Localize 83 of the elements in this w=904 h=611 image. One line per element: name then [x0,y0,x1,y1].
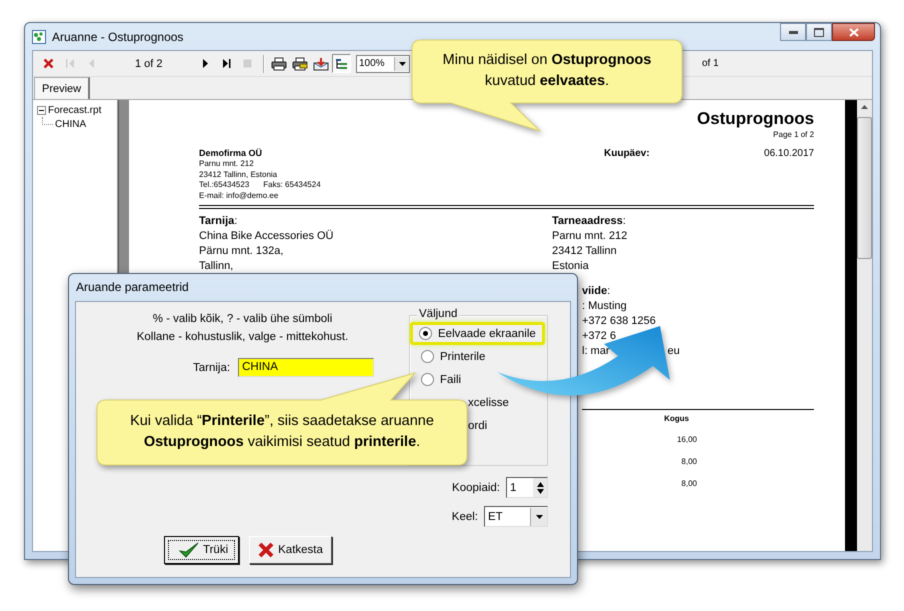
tree-item[interactable]: Forecast.rpt [48,104,102,116]
contact-line: eu [668,344,680,359]
callout-text: Minu näidisel on Ostuprognoos kuvatud eelvaates. [442,51,652,91]
last-page-icon [222,58,232,69]
date-label: Kuupäev: [604,148,651,161]
group-label: Väljund [417,308,460,320]
scrollbar[interactable] [857,100,872,551]
callout-text: Kui valida “Printerile”, siis saadetakse aruanne Ostuprognoos vaikimisi seatud printerile. [129,412,435,452]
checkmark-icon [179,542,199,558]
tree-icon [334,58,348,70]
dropdown-arrow-icon [398,62,406,66]
zoom-dropdown[interactable]: 100% [356,54,410,72]
copies-spinner[interactable]: 1 [506,477,548,498]
supplier-field[interactable]: CHINA [238,358,374,377]
app-icon [32,30,46,44]
dialog-title: Aruande parameetrid [75,279,190,296]
supplier-label: Tarnija: [199,214,238,229]
phone-text: Tel.:65434523 [199,180,250,190]
report-title: Ostuprognoos [696,109,814,129]
maximize-icon [814,28,824,36]
date-value: 06.10.2017 [764,148,814,161]
cancel-button[interactable]: Katkesta [249,536,332,564]
contact-line: +372 638 1256 [582,314,656,329]
supplier-address-line: Pärnu mnt. 132a, [199,244,284,259]
radio-option[interactable]: Printerile [412,345,494,368]
previous-icon [86,58,94,69]
close-icon [43,58,54,69]
table-cell: 8,00 [681,456,697,467]
spinner-arrows-icon[interactable] [536,480,544,494]
hint-text: Kollane - kohustuslik, valge - mittekohust. [136,330,350,345]
maximize-button[interactable] [806,23,832,41]
close-button[interactable] [832,23,875,41]
radio-option-label: xcelisse [468,396,509,408]
column-header: Kogus [664,414,689,423]
printer-icon [270,56,286,70]
supplier-address-line: Tallinn, [199,259,234,274]
page-indicator: 1 of 2 [134,58,164,70]
tree-toggle-button[interactable] [332,54,351,73]
close-icon [258,542,274,558]
page-indicator: of 1 [702,58,719,69]
company-address: Parnu mnt. 212 [199,159,255,170]
radio-button[interactable] [421,350,434,363]
close-icon [848,28,858,36]
contact-line: : Musting [582,299,627,314]
minimize-icon [788,30,798,34]
email-text: E-mail: info@demo.ee [199,190,280,201]
minimize-button[interactable] [780,23,806,41]
supplier-address-line: China Bike Accessories OÜ [199,229,334,244]
page-number: Page 1 of 2 [772,129,814,140]
contact-line: l: mar [582,344,610,359]
contact-label: viide: [582,284,612,299]
fax-text: Faks: 65434524 [263,180,321,190]
table-cell: 8,00 [681,478,697,489]
delivery-address-label: Tarneaadress: [552,214,627,229]
tree-item[interactable]: CHINA [55,118,86,130]
copies-label: Koopiaid: [452,482,500,494]
window-title: Aruanne - Ostuprognoos [52,30,184,44]
delivery-address-line: Estonia [552,259,590,274]
company-address: 23412 Tallinn, Estonia [199,170,278,180]
collapse-icon[interactable] [37,106,46,114]
radio-option[interactable]: Eelvaade ekraanile [410,322,545,345]
printer-icon [292,56,308,70]
dropdown-arrow-icon [536,514,542,518]
hint-text: % - valib kõik, ? - valib ühe sümboli [152,312,334,327]
stop-icon [243,59,252,68]
delivery-address-line: Parnu mnt. 212 [552,229,628,244]
radio-button[interactable] [421,373,434,386]
contact-line: +372 6 [582,329,616,344]
radio-option-label: ordi [468,420,488,432]
company-name: Demofirma OÜ [199,148,264,159]
scroll-up-icon[interactable] [861,105,868,109]
print-button[interactable]: Trüki [164,536,240,564]
language-label: Keel: [452,510,478,522]
first-page-icon [64,58,74,69]
language-dropdown[interactable]: ET [484,506,548,527]
delivery-address-line: 23412 Tallinn [552,244,618,259]
export-icon [312,56,328,70]
supplier-label: Tarnija: [193,362,230,374]
preview-tab[interactable]: Preview [34,77,90,99]
next-icon [202,58,210,69]
table-cell: 16,00 [676,434,697,445]
radio-button[interactable] [419,327,432,340]
radio-option[interactable]: Faili [412,368,470,391]
